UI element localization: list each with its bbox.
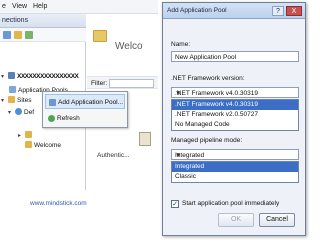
page-icon[interactable] (139, 132, 151, 146)
start-immediately-label: Start application pool immediately (182, 200, 280, 207)
ok-button[interactable]: OK (218, 213, 254, 227)
dialog-title: Add Application Pool (167, 7, 227, 14)
name-value: New Application Pool (175, 54, 237, 61)
connections-title: nections (2, 17, 29, 24)
pipeline-select[interactable]: Integrated ▼ (171, 149, 299, 160)
tree-child-node[interactable]: ▸ (18, 131, 34, 141)
cancel-button[interactable]: Cancel (259, 213, 295, 227)
tree-default-site-node[interactable]: ▾ Def (8, 108, 34, 118)
framework-dropdown-list: .NET Framework v4.0.30319 .NET Framework… (171, 99, 299, 131)
menu-view[interactable]: View (12, 3, 27, 10)
filter-input[interactable] (109, 79, 154, 88)
collapse-icon[interactable]: ▾ (8, 109, 14, 116)
welcome-label: Welcome (34, 142, 61, 149)
workspace-title: Welco (115, 41, 143, 52)
default-site-label: Def (24, 109, 35, 116)
name-input[interactable]: New Application Pool (171, 51, 299, 62)
tree-server-node[interactable]: ▾ XXXXXXXXXXXXXXXX (1, 72, 79, 82)
iis-manager-window: e View Help nections ▾ XXXXXXXXXXXXXXXX A… (0, 0, 158, 190)
tree-welcome-node[interactable]: Welcome (25, 141, 61, 151)
add-application-pool-label: Add Application Pool... (58, 99, 124, 106)
authentication-feature[interactable]: Authentic... (97, 152, 130, 159)
pipeline-dropdown-list: Integrated Classic (171, 161, 299, 183)
tree-sites-node[interactable]: ▾ Sites (1, 96, 31, 106)
folder-icon (25, 131, 32, 138)
website-caption: www.mindstick.com (30, 200, 87, 207)
filter-bar: Filter: (87, 76, 158, 89)
connect-icon[interactable] (3, 31, 11, 39)
add-application-pool-dialog: Add Application Pool ? X Name: New Appli… (162, 2, 306, 236)
framework-option[interactable]: No Managed Code (172, 120, 298, 130)
sites-label: Sites (17, 97, 32, 104)
dialog-titlebar: Add Application Pool ? X (163, 3, 305, 19)
framework-option[interactable]: .NET Framework v4.0.30319 (172, 100, 298, 110)
expand-icon[interactable]: ▸ (18, 132, 24, 139)
server-name: XXXXXXXXXXXXXXXX (17, 73, 79, 80)
folder-icon (25, 141, 32, 148)
menu-file[interactable]: e (2, 3, 6, 10)
pipeline-label: Managed pipeline mode: (171, 137, 243, 144)
connections-header: nections (0, 14, 86, 28)
pipeline-option[interactable]: Integrated (172, 162, 298, 172)
menu-help[interactable]: Help (33, 3, 47, 10)
name-label: Name: (171, 41, 191, 48)
pipeline-option[interactable]: Classic (172, 172, 298, 182)
server-icon (8, 72, 15, 79)
context-menu: Add Application Pool... Refresh (42, 91, 128, 128)
filter-label: Filter: (91, 80, 108, 87)
framework-select[interactable]: .NET Framework v4.0.30319 ▼ (171, 87, 299, 98)
framework-option[interactable]: .NET Framework v2.0.50727 (172, 110, 298, 120)
add-app-pool-icon (49, 99, 56, 106)
refresh-label: Refresh (57, 115, 80, 122)
start-immediately-checkbox[interactable]: ✓ (171, 200, 179, 208)
add-application-pool-menu-item[interactable]: Add Application Pool... (45, 94, 125, 109)
refresh-menu-item[interactable]: Refresh (45, 111, 125, 126)
up-icon[interactable] (25, 31, 33, 39)
close-button[interactable]: X (286, 6, 302, 16)
collapse-icon[interactable]: ▾ (1, 97, 7, 104)
framework-label: .NET Framework version: (171, 75, 245, 82)
refresh-icon (48, 115, 55, 122)
sites-folder-icon (8, 96, 15, 103)
collapse-icon[interactable]: ▾ (1, 73, 7, 80)
help-button[interactable]: ? (272, 6, 284, 16)
chevron-down-icon[interactable]: ▼ (175, 152, 296, 159)
workspace-header: Welco (87, 14, 158, 60)
globe-icon (15, 108, 22, 115)
connections-toolbar (0, 28, 86, 42)
folder-icon (93, 30, 107, 42)
app-pools-icon (9, 86, 16, 93)
chevron-down-icon[interactable]: ▼ (175, 90, 296, 97)
menu-bar: e View Help (0, 0, 158, 14)
save-icon[interactable] (14, 31, 22, 39)
